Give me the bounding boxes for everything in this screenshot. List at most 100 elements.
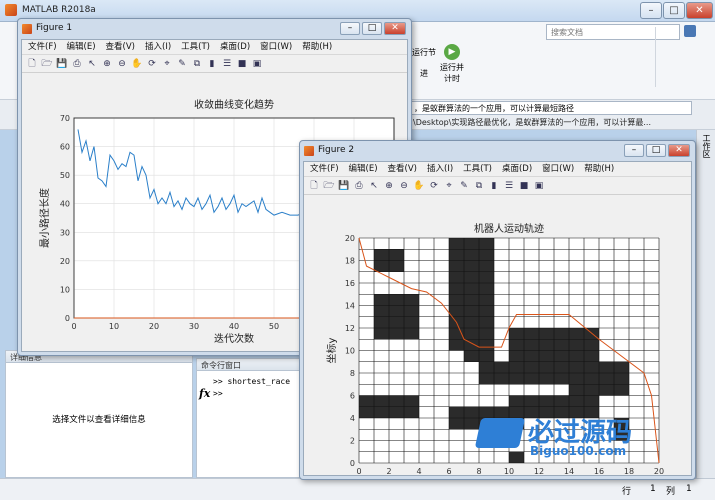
command-window[interactable]: 命令行窗口 fx >> shortest_race >>	[196, 358, 300, 478]
colorbar-icon[interactable]: ▮	[488, 180, 500, 192]
app-title: MATLAB R2018a	[22, 5, 96, 15]
save-icon[interactable]: 💾	[338, 180, 350, 192]
x-tick-label: 18	[624, 467, 634, 476]
y-tick-label: 16	[345, 279, 355, 288]
menu-view[interactable]: 查看(V)	[106, 40, 135, 54]
menu-file[interactable]: 文件(F)	[310, 162, 339, 176]
print-icon[interactable]: ⎙	[353, 180, 365, 192]
run-advance-label: 进	[420, 69, 428, 78]
x-tick-label: 4	[416, 467, 421, 476]
y-axis-label: 坐标y	[326, 337, 338, 363]
menu-view[interactable]: 查看(V)	[388, 162, 417, 176]
link-plot-icon[interactable]: ⧉	[473, 180, 485, 192]
y-tick-label: 20	[60, 257, 70, 266]
menu-help[interactable]: 帮助(H)	[302, 40, 332, 54]
hide-tools-icon[interactable]: ■	[518, 180, 530, 192]
menu-window[interactable]: 窗口(W)	[542, 162, 574, 176]
dock-icon[interactable]: ▣	[251, 58, 263, 70]
x-tick-label: 10	[109, 322, 119, 331]
y-tick-label: 6	[350, 392, 355, 401]
legend-icon[interactable]: ☰	[503, 180, 515, 192]
matlab-logo-icon	[5, 4, 17, 16]
menu-insert[interactable]: 插入(I)	[145, 40, 171, 54]
figure-icon	[22, 24, 32, 34]
rotate-icon[interactable]: ⟳	[146, 58, 158, 70]
x-tick-label: 12	[534, 467, 544, 476]
pan-icon[interactable]: ✋	[413, 180, 425, 192]
details-message: 选择文件以查看详细信息	[52, 415, 146, 425]
edit-plot-icon[interactable]: ↖	[86, 58, 98, 70]
data-cursor-icon[interactable]: ⌖	[161, 58, 173, 70]
figure-icon	[304, 146, 314, 156]
x-tick-label: 14	[564, 467, 574, 476]
save-icon[interactable]: 💾	[56, 58, 68, 70]
figure2-minimize-button[interactable]: –	[624, 144, 644, 157]
run-and-time-button[interactable]: ▶ 运行并 计时	[438, 44, 466, 92]
open-file-icon[interactable]: 🗁	[41, 58, 53, 70]
zoom-in-icon[interactable]: ⊕	[101, 58, 113, 70]
status-bar: 行 1 列 1	[0, 478, 715, 500]
x-tick-label: 0	[356, 467, 361, 476]
brush-icon[interactable]: ✎	[458, 180, 470, 192]
x-tick-label: 30	[189, 322, 199, 331]
new-figure-icon[interactable]: 🗋	[26, 58, 38, 70]
figure1-toolbar: 🗋 🗁 💾 ⎙ ↖ ⊕ ⊖ ✋ ⟳ ⌖ ✎ ⧉ ▮ ☰ ■ ▣	[22, 55, 407, 73]
legend-icon[interactable]: ☰	[221, 58, 233, 70]
x-axis-label: 迭代次数	[214, 332, 254, 345]
new-figure-icon[interactable]: 🗋	[308, 180, 320, 192]
figure2-close-button[interactable]: ✕	[668, 144, 690, 157]
pan-icon[interactable]: ✋	[131, 58, 143, 70]
y-tick-label: 10	[60, 285, 70, 294]
menu-edit[interactable]: 编辑(E)	[349, 162, 378, 176]
y-tick-label: 4	[350, 414, 355, 423]
figure1-close-button[interactable]: ✕	[384, 22, 406, 35]
edit-plot-icon[interactable]: ↖	[368, 180, 380, 192]
figure2-menubar: 文件(F) 编辑(E) 查看(V) 插入(I) 工具(T) 桌面(D) 窗口(W…	[304, 162, 691, 177]
figure1-maximize-button[interactable]: □	[362, 22, 382, 35]
workspace-tab[interactable]: 工作区	[701, 134, 712, 158]
figure1-title: Figure 1	[36, 23, 73, 33]
menu-window[interactable]: 窗口(W)	[260, 40, 292, 54]
figure1-minimize-button[interactable]: –	[340, 22, 360, 35]
figure2-maximize-button[interactable]: □	[646, 144, 666, 157]
menu-tools[interactable]: 工具(T)	[463, 162, 492, 176]
run-section-label: 运行节	[412, 48, 436, 57]
zoom-out-icon[interactable]: ⊖	[398, 180, 410, 192]
open-file-icon[interactable]: 🗁	[323, 180, 335, 192]
menu-edit[interactable]: 编辑(E)	[67, 40, 96, 54]
menu-desktop[interactable]: 桌面(D)	[220, 40, 250, 54]
x-tick-label: 2	[386, 467, 391, 476]
menu-insert[interactable]: 插入(I)	[427, 162, 453, 176]
y-tick-label: 40	[60, 200, 70, 209]
command-prompt[interactable]: >>	[213, 389, 223, 398]
menu-file[interactable]: 文件(F)	[28, 40, 57, 54]
link-plot-icon[interactable]: ⧉	[191, 58, 203, 70]
x-tick-label: 10	[504, 467, 514, 476]
close-button[interactable]: ✕	[686, 2, 713, 19]
dock-icon[interactable]: ▣	[533, 180, 545, 192]
watermark: 必过源码 Biguo100.com	[474, 412, 698, 462]
figure2-title: Figure 2	[318, 145, 355, 155]
brush-icon[interactable]: ✎	[176, 58, 188, 70]
zoom-out-icon[interactable]: ⊖	[116, 58, 128, 70]
path-input[interactable]: ，是蚁群算法的一个应用，可以计算最短路径	[410, 101, 692, 115]
y-tick-label: 20	[345, 234, 355, 243]
rotate-icon[interactable]: ⟳	[428, 180, 440, 192]
minimize-button[interactable]: –	[640, 2, 662, 19]
x-tick-label: 6	[446, 467, 451, 476]
maximize-button[interactable]: □	[663, 2, 685, 19]
col-label: 列	[666, 487, 676, 497]
current-folder-path[interactable]: \Desktop\实现路径最优化，是蚁群算法的一个应用，可以计算最...	[410, 116, 692, 129]
x-tick-label: 16	[594, 467, 604, 476]
chart-title: 收敛曲线变化趋势	[194, 98, 274, 111]
menu-tools[interactable]: 工具(T)	[181, 40, 210, 54]
colorbar-icon[interactable]: ▮	[206, 58, 218, 70]
print-icon[interactable]: ⎙	[71, 58, 83, 70]
zoom-in-icon[interactable]: ⊕	[383, 180, 395, 192]
menu-desktop[interactable]: 桌面(D)	[502, 162, 532, 176]
menu-help[interactable]: 帮助(H)	[584, 162, 614, 176]
y-tick-label: 2	[350, 437, 355, 446]
hide-tools-icon[interactable]: ■	[236, 58, 248, 70]
data-cursor-icon[interactable]: ⌖	[443, 180, 455, 192]
run-section-button[interactable]: 运行节 进	[412, 47, 436, 87]
